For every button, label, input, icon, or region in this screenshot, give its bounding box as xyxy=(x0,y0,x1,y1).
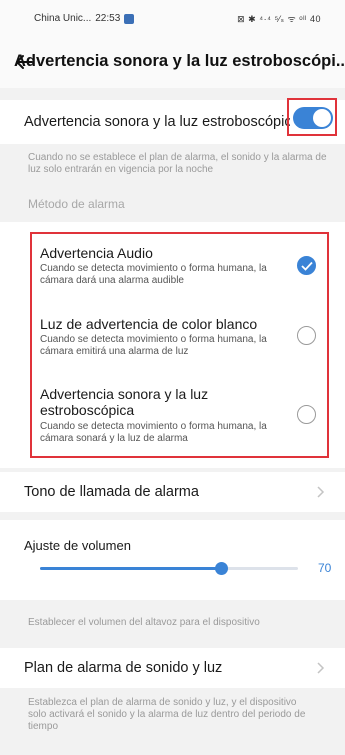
volume-card: Ajuste de volumen xyxy=(0,520,345,600)
volume-slider[interactable] xyxy=(40,562,298,575)
sound-light-toggle[interactable] xyxy=(293,107,333,129)
notification-icon xyxy=(124,13,135,24)
carrier-name: China Unic... xyxy=(34,13,92,24)
page-title: Advertencia sonora y la luz estroboscópi… xyxy=(14,52,344,70)
plan-note: Establezca el plan de alarma de sonido y… xyxy=(28,697,306,732)
status-indicators: ⊠ ✱ ⁴·⁴ ⁵⁄ₛ ᯤ ᵒˡˡ 40 xyxy=(237,14,321,24)
plan-label: Plan de alarma de sonido y luz xyxy=(24,660,223,676)
chevron-right-icon xyxy=(317,662,325,674)
toggle-highlight xyxy=(287,98,337,136)
main-toggle-label: Advertencia sonora y la luz estroboscópi… xyxy=(24,114,290,130)
page-header: Advertencia sonora y la luz estroboscópi… xyxy=(0,38,345,88)
toggle-knob xyxy=(313,109,331,127)
volume-slider-fill xyxy=(40,567,221,570)
ringtone-row[interactable]: Tono de llamada de alarma xyxy=(0,472,345,512)
chevron-right-icon xyxy=(317,486,325,498)
alarm-method-label: Método de alarma xyxy=(28,197,125,211)
volume-value: 70 xyxy=(318,561,332,575)
volume-slider-thumb[interactable] xyxy=(214,562,228,575)
status-left: China Unic... 22:53 xyxy=(34,13,135,24)
volume-label: Ajuste de volumen xyxy=(24,538,131,553)
status-time: 22:53 xyxy=(95,13,121,24)
status-bar: China Unic... 22:53 ⊠ ✱ ⁴·⁴ ⁵⁄ₛ ᯤ ᵒˡˡ 40 xyxy=(0,0,345,38)
ringtone-label: Tono de llamada de alarma xyxy=(24,484,199,500)
method-highlight-box xyxy=(30,232,329,458)
plan-row[interactable]: Plan de alarma de sonido y luz xyxy=(0,648,345,688)
night-note: Cuando no se establece el plan de alarma… xyxy=(28,152,327,175)
volume-note: Establecer el volumen del altavoz para e… xyxy=(28,617,260,628)
